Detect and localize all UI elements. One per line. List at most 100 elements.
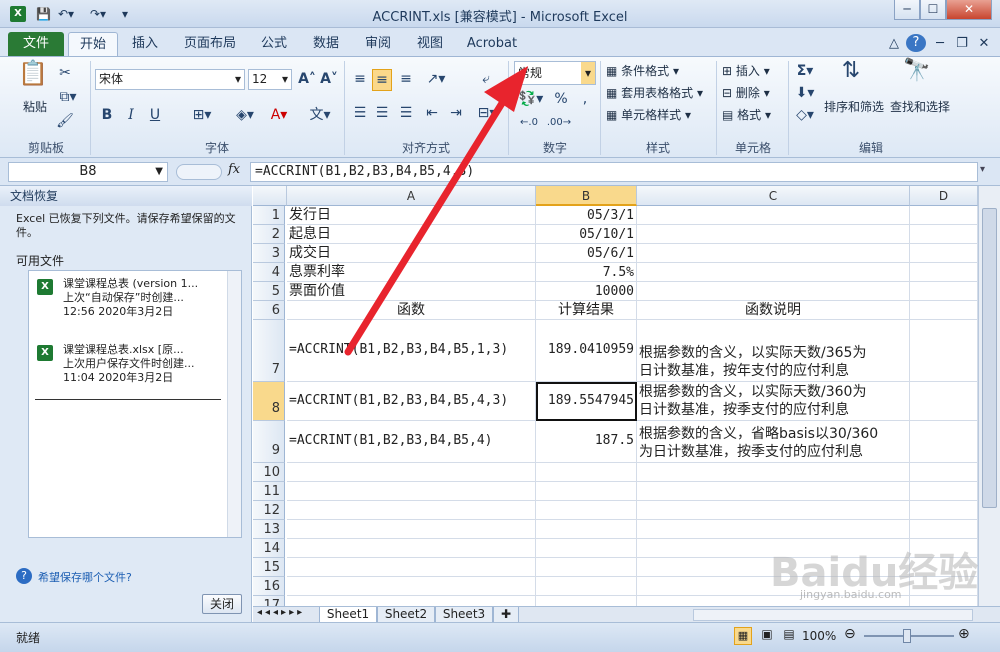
cell-a11[interactable] xyxy=(287,482,536,501)
cell-b3[interactable]: 05/6/1 xyxy=(536,244,637,263)
cell-d1[interactable] xyxy=(910,206,978,225)
tab-page-layout[interactable]: 页面布局 xyxy=(176,32,244,56)
insert-cells-button[interactable]: ⊞ 插入 ▾ xyxy=(722,61,786,81)
fill-color-icon[interactable]: ◈▾ xyxy=(230,105,260,125)
cell-c7[interactable]: 根据参数的含义，以实际天数/365为 日计数基准，按年支付的应付利息 xyxy=(637,320,910,382)
cell-c1[interactable] xyxy=(637,206,910,225)
cell-d13[interactable] xyxy=(910,520,978,539)
tab-acrobat[interactable]: Acrobat xyxy=(460,32,524,56)
wrap-text-icon[interactable]: ⤶ xyxy=(476,69,496,89)
vertical-scrollbar[interactable] xyxy=(978,186,1000,606)
percent-button[interactable]: % xyxy=(552,89,570,109)
cell-c2[interactable] xyxy=(637,225,910,244)
cell-d8[interactable] xyxy=(910,382,978,421)
sort-filter-button[interactable]: 排序和筛选 xyxy=(822,97,886,117)
doc-close-icon[interactable]: ✕ xyxy=(974,32,994,56)
cell-b8[interactable]: 189.5547945 xyxy=(536,382,637,421)
help-icon[interactable]: ? xyxy=(906,34,926,52)
cell-c8[interactable]: 根据参数的含义，以实际天数/360为 日计数基准，按季支付的应付利息 xyxy=(637,382,910,421)
delete-cells-button[interactable]: ⊟ 删除 ▾ xyxy=(722,83,786,103)
cell-a14[interactable] xyxy=(287,539,536,558)
sort-filter-icon[interactable]: ⇅ xyxy=(836,60,866,93)
row-header[interactable]: 16 xyxy=(253,577,285,596)
cut-icon[interactable]: ✂ xyxy=(56,63,74,83)
format-cells-button[interactable]: ▤ 格式 ▾ xyxy=(722,105,786,125)
cell-a1[interactable]: 发行日 xyxy=(287,206,536,225)
cell-d9[interactable] xyxy=(910,421,978,463)
cell-b11[interactable] xyxy=(536,482,637,501)
tab-file[interactable]: 文件 xyxy=(8,32,64,56)
cell-a8[interactable]: =ACCRINT(B1,B2,B3,B4,B5,4,3) xyxy=(287,382,536,421)
autosum-button[interactable]: Σ▾ xyxy=(792,61,818,81)
cell-c5[interactable] xyxy=(637,282,910,301)
cell-a6[interactable]: 函数 xyxy=(287,301,536,320)
currency-icon[interactable]: 💱▾ xyxy=(516,89,546,109)
expand-formula-icon[interactable]: ▾ xyxy=(980,164,985,175)
cell-c3[interactable] xyxy=(637,244,910,263)
cell-c4[interactable] xyxy=(637,263,910,282)
find-select-button[interactable]: 查找和选择 xyxy=(888,97,952,117)
row-header[interactable]: 8 xyxy=(253,382,285,421)
cell-b16[interactable] xyxy=(536,577,637,596)
align-top-icon[interactable]: ≡ xyxy=(350,69,370,89)
cell-d7[interactable] xyxy=(910,320,978,382)
cell-c9[interactable]: 根据参数的含义，省略basis以30/360 为日计数基准，按季支付的应付利息 xyxy=(637,421,910,463)
row-header[interactable]: 1 xyxy=(253,206,285,225)
paste-button[interactable]: 粘贴 xyxy=(18,97,52,117)
borders-icon[interactable]: ⊞▾ xyxy=(188,105,216,125)
align-left-icon[interactable]: ☰ xyxy=(350,103,370,123)
row-header[interactable]: 4 xyxy=(253,263,285,282)
column-header-d[interactable]: D xyxy=(910,186,978,206)
cell-d11[interactable] xyxy=(910,482,978,501)
zoom-in-icon[interactable]: ⊕ xyxy=(958,626,970,642)
row-header[interactable]: 12 xyxy=(253,501,285,520)
copy-icon[interactable]: ⧉▾ xyxy=(56,87,80,107)
row-header[interactable]: 11 xyxy=(253,482,285,501)
cell-d6[interactable] xyxy=(910,301,978,320)
doc-minimize-icon[interactable]: ─ xyxy=(930,32,950,56)
number-format-select[interactable]: 常规 ▾ xyxy=(514,61,596,85)
underline-button[interactable]: U xyxy=(146,105,164,125)
cell-a5[interactable]: 票面价值 xyxy=(287,282,536,301)
align-bottom-icon[interactable]: ≡ xyxy=(396,69,416,89)
close-pane-button[interactable]: 关闭 xyxy=(202,594,242,614)
cell-a7[interactable]: =ACCRINT(B1,B2,B3,B4,B5,1,3) xyxy=(287,320,536,382)
sheet-nav-icons[interactable]: ◂◂◂▸▸▸ xyxy=(257,607,313,618)
italic-button[interactable]: I xyxy=(122,105,140,125)
cell-styles-button[interactable]: ▦ 单元格样式 ▾ xyxy=(606,105,716,125)
format-painter-icon[interactable]: 🖌 xyxy=(56,111,74,131)
find-select-icon[interactable]: 🔭 xyxy=(902,60,932,93)
horizontal-scrollbar[interactable] xyxy=(693,609,973,621)
recovered-file-list[interactable]: X 课堂课程总表 (version 1... 上次“自动保存”时创建... 12… xyxy=(28,270,242,538)
increase-decimal-icon[interactable]: ←.0 xyxy=(516,113,542,133)
cell-a4[interactable]: 息票利率 xyxy=(287,263,536,282)
decrease-indent-icon[interactable]: ⇤ xyxy=(422,103,442,123)
recovered-file-1[interactable]: 课堂课程总表 (version 1... 上次“自动保存”时创建... 12:5… xyxy=(63,277,233,319)
row-header[interactable]: 5 xyxy=(253,282,285,301)
cell-b7[interactable]: 189.0410959 xyxy=(536,320,637,382)
orientation-icon[interactable]: ↗▾ xyxy=(422,69,450,89)
sheet-tab-3[interactable]: Sheet3 xyxy=(435,607,493,623)
cell-a12[interactable] xyxy=(287,501,536,520)
cell-a16[interactable] xyxy=(287,577,536,596)
cell-b9[interactable]: 187.5 xyxy=(536,421,637,463)
page-break-view-icon[interactable]: ▤ xyxy=(780,627,798,641)
cell-b12[interactable] xyxy=(536,501,637,520)
decrease-decimal-icon[interactable]: .00→ xyxy=(546,113,572,133)
align-middle-icon[interactable]: ≡ xyxy=(372,69,392,91)
page-layout-view-icon[interactable]: ▣ xyxy=(758,627,776,641)
row-header[interactable]: 14 xyxy=(253,539,285,558)
cell-d4[interactable] xyxy=(910,263,978,282)
paste-icon[interactable]: 📋 xyxy=(18,61,48,95)
insert-sheet-icon[interactable]: ✚ xyxy=(493,607,519,623)
minimize-button[interactable]: ─ xyxy=(894,0,920,20)
align-center-icon[interactable]: ☰ xyxy=(372,103,392,123)
row-header[interactable]: 2 xyxy=(253,225,285,244)
clear-icon[interactable]: ◇▾ xyxy=(792,105,818,125)
formula-bar-resize[interactable] xyxy=(176,164,222,180)
name-box[interactable]: B8 ▼ xyxy=(8,162,168,182)
bold-button[interactable]: B xyxy=(98,105,116,125)
cell-c12[interactable] xyxy=(637,501,910,520)
cell-b13[interactable] xyxy=(536,520,637,539)
font-size-select[interactable]: 12 ▾ xyxy=(248,69,292,90)
